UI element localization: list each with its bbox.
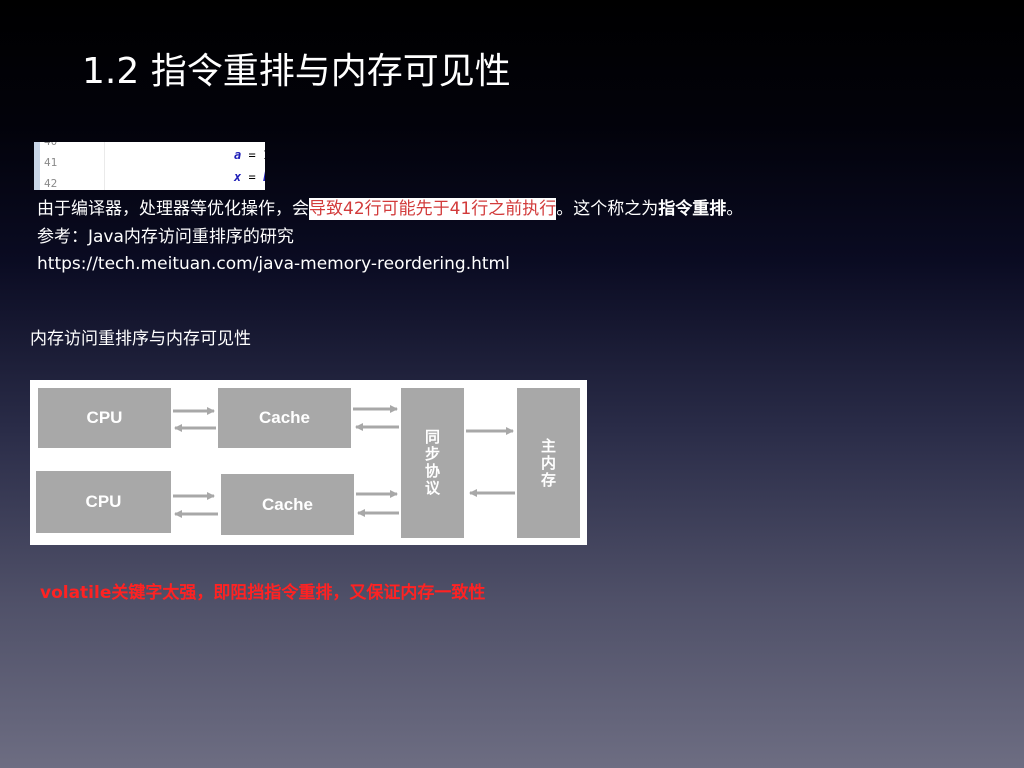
code-separator: [104, 142, 105, 190]
diagram-arrows: [173, 405, 515, 518]
code-variable: b: [263, 170, 265, 184]
volatile-note: volatile关键字太强，即阻挡指令重排，又保证内存一致性: [40, 583, 486, 603]
section-heading: 内存访问重排序与内存可见性: [30, 329, 251, 349]
code-line: x = b;: [234, 170, 265, 184]
line-number: 41: [44, 156, 58, 169]
code-line: a = 1;: [234, 148, 265, 162]
line-number: 42: [44, 177, 58, 190]
code-snippet: 40 41 42 a = 1; x = b;: [34, 142, 265, 190]
reference-url[interactable]: https://tech.meituan.com/java-memory-reo…: [37, 253, 510, 275]
explanation-text: 。这个称之为: [556, 199, 659, 219]
line-number: 40: [44, 142, 57, 148]
explanation-text: 由于编译器，处理器等优化操作，会: [37, 199, 309, 219]
highlighted-text: 导致42行可能先于41行之前执行: [309, 198, 557, 220]
memory-diagram: CPU Cache CPU Cache 同 步 协 议 主 内 存: [30, 380, 587, 545]
explanation-text: 。: [726, 199, 744, 219]
bold-term: 指令重排: [658, 199, 727, 219]
code-text: = 1;: [248, 148, 265, 162]
explanation-paragraph: 由于编译器，处理器等优化操作，会导致42行可能先于41行之前执行。这个称之为指令…: [37, 198, 743, 220]
code-gutter: [34, 142, 40, 190]
reference-label: 参考：Java内存访问重排序的研究: [37, 227, 294, 247]
slide-title: 1.2 指令重排与内存可见性: [82, 51, 511, 92]
line-numbers: 40 41 42: [42, 142, 70, 190]
code-text: =: [241, 170, 263, 184]
